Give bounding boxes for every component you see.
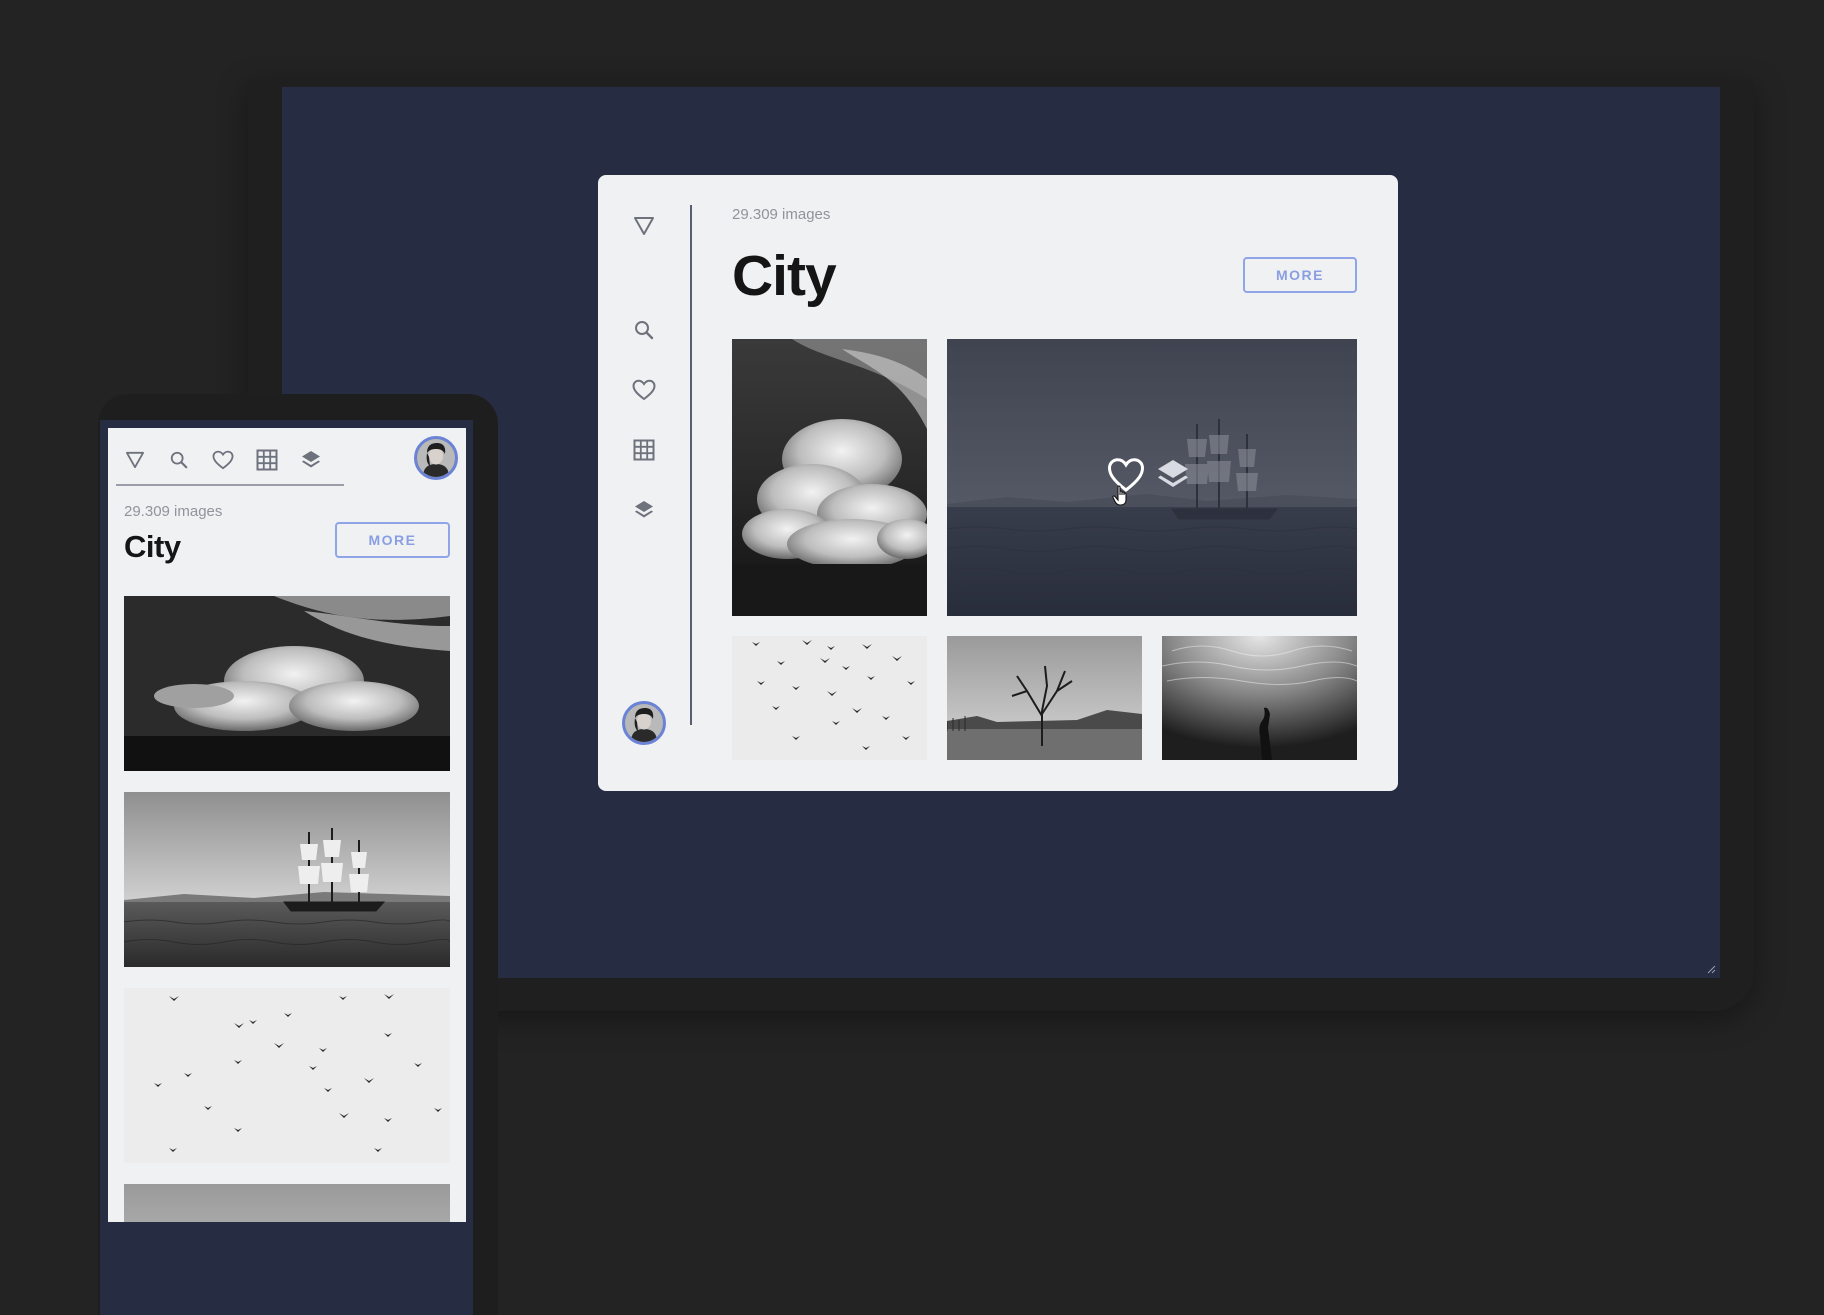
sidebar xyxy=(598,175,690,791)
image-tile-tree[interactable] xyxy=(947,636,1142,760)
more-button[interactable]: MORE xyxy=(1243,257,1357,293)
avatar[interactable] xyxy=(622,701,666,745)
image-tile-next[interactable] xyxy=(124,1184,450,1222)
image-tile-ship[interactable] xyxy=(124,792,450,967)
image-tile-underwater[interactable] xyxy=(1162,636,1357,760)
nav-divider xyxy=(116,484,344,486)
image-count: 29.309 images xyxy=(732,206,831,223)
phone-screen: 29.309 images City MORE xyxy=(108,428,466,1222)
heart-icon[interactable] xyxy=(208,445,238,475)
layers-icon[interactable] xyxy=(296,445,326,475)
add-to-collection-icon[interactable] xyxy=(1155,457,1191,493)
gallery-card: 29.309 images City MORE xyxy=(598,175,1398,791)
image-tile-clouds[interactable] xyxy=(124,596,450,771)
image-tile-birds[interactable] xyxy=(732,636,927,760)
layers-icon[interactable] xyxy=(631,497,657,523)
image-tile-ship[interactable] xyxy=(947,339,1357,616)
image-tile-clouds[interactable] xyxy=(732,339,927,616)
heart-icon[interactable] xyxy=(631,377,657,403)
filter-icon[interactable] xyxy=(631,213,657,239)
grid-icon[interactable] xyxy=(631,437,657,463)
page-title: City xyxy=(124,529,181,564)
search-icon[interactable] xyxy=(631,317,657,343)
phone-nav xyxy=(120,438,340,482)
grid-icon[interactable] xyxy=(252,445,282,475)
page-title: City xyxy=(732,244,837,308)
sidebar-divider xyxy=(690,205,692,725)
avatar[interactable] xyxy=(414,436,458,480)
hand-cursor-icon xyxy=(1112,485,1127,506)
image-count: 29.309 images xyxy=(124,503,223,520)
resize-grip-icon[interactable] xyxy=(1706,964,1716,974)
more-button[interactable]: MORE xyxy=(335,522,450,558)
search-icon[interactable] xyxy=(164,445,194,475)
image-tile-birds[interactable] xyxy=(124,988,450,1163)
filter-icon[interactable] xyxy=(120,445,150,475)
